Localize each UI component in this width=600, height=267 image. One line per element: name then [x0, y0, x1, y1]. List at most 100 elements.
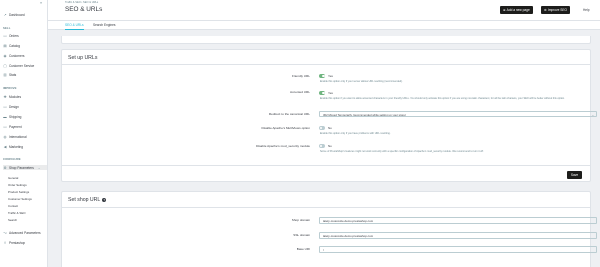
sidebar-item-label: Customers — [9, 53, 25, 58]
truck-icon: ▬ — [3, 114, 7, 119]
setup-urls-card: Set up URLs Friendly URL Yes Enable this… — [61, 49, 597, 182]
friendly-url-value: Yes — [328, 74, 333, 78]
shop-url-title: Set shop URL — [68, 197, 101, 203]
account-icon: ◉ — [3, 53, 7, 58]
breadcrumb[interactable]: Traffic & SEO • SEO & URLs — [65, 1, 98, 4]
desktop-icon: ▭ — [3, 104, 7, 109]
sidebar-item-label: International — [9, 134, 27, 139]
sidebar-item-advanced-parameters[interactable]: ⌥ Advanced Parameters — [3, 230, 41, 235]
help-icon[interactable]: ? — [102, 197, 107, 202]
previous-card — [61, 36, 591, 44]
disable-multiviews-label: Disable Apache's MultiViews option — [261, 126, 310, 130]
globe-icon: ◍ — [3, 134, 7, 139]
divider — [62, 207, 590, 208]
sidebar-item-marketing[interactable]: ◀ Marketing — [3, 144, 23, 149]
redirect-canonical-value: 302 Moved Temporarily (recommended while… — [323, 112, 406, 117]
sidebar-item-orders[interactable]: ▭ Orders — [3, 33, 19, 38]
settings-icon: ⚙ — [544, 8, 547, 12]
shop-domain-input[interactable]: lately-muscovite.demo.prestashop.com — [319, 217, 597, 224]
save-button[interactable]: Save — [567, 171, 582, 179]
sidebar-item-label: Prestashop — [9, 240, 26, 245]
sidebar-section-improve: IMPROVE — [3, 86, 17, 90]
shop-url-card: Set shop URL? Shop domain lately-muscovi… — [61, 191, 597, 267]
add-new-page-label: Add a new page — [506, 8, 530, 12]
sidebar-item-label: Shipping — [9, 114, 22, 119]
sidebar-sub-traffic-seo[interactable]: Traffic & SEO — [8, 211, 26, 215]
card-title: Set shop URL? — [68, 197, 107, 203]
tab-search-engines[interactable]: Search Engines — [93, 23, 116, 30]
add-circle-icon: ⊕ — [503, 8, 506, 12]
page-header: Traffic & SEO • SEO & URLs SEO & URLs ⊕ … — [48, 0, 600, 21]
upgrade-icon: ⇧ — [3, 240, 7, 245]
accented-url-label: Accented URL — [290, 90, 310, 94]
trending-icon: ↗ — [3, 12, 7, 17]
help-button[interactable]: Help — [580, 6, 593, 14]
sidebar-item-shipping[interactable]: ▬ Shipping — [3, 114, 21, 119]
sidebar-item-label: Payment — [9, 124, 22, 129]
credit-card-icon: ▭ — [3, 124, 7, 129]
sidebar-item-label: Orders — [9, 33, 19, 38]
disable-multiviews-value: No — [328, 126, 332, 130]
sidebar-sub-order-settings[interactable]: Order Settings — [8, 183, 27, 187]
ssl-domain-input[interactable]: lately-muscovite.demo.prestashop.com — [319, 232, 597, 239]
chevron-down-icon: ⌄ — [37, 165, 41, 170]
sidebar: « ↗ Dashboard SELL ▭ Orders ▤ Catalog ◉ … — [0, 0, 48, 267]
base-uri-input[interactable]: / — [319, 246, 597, 253]
accented-url-value: Yes — [328, 91, 333, 95]
redirect-canonical-label: Redirect to the canonical URL — [268, 112, 310, 116]
sidebar-item-international[interactable]: ◍ International — [3, 134, 27, 139]
improve-seo-button[interactable]: ⚙ Improve SEO — [541, 6, 570, 14]
chat-icon: ▢ — [3, 63, 7, 68]
sidebar-item-label: Customer Service — [9, 63, 35, 68]
tab-bar: SEO & URLs Search Engines — [48, 21, 600, 30]
accented-url-help: Enable this option if you want to allow … — [320, 97, 565, 100]
sidebar-item-label: Dashboard — [9, 12, 25, 17]
sidebar-item-customers[interactable]: ◉ Customers — [3, 53, 25, 58]
sidebar-item-catalog[interactable]: ▤ Catalog — [3, 43, 20, 48]
sidebar-item-label: Stats — [9, 72, 17, 77]
divider — [62, 165, 590, 166]
sidebar-item-shop-parameters[interactable]: ⚙ Shop Parameters ⌄ — [3, 165, 47, 170]
sidebar-item-payment[interactable]: ▭ Payment — [3, 124, 22, 129]
sidebar-item-label: Design — [9, 104, 19, 109]
disable-mod-security-help: Some of PrestaShop's features might not … — [320, 150, 484, 153]
sidebar-sub-search[interactable]: Search — [8, 218, 17, 222]
disable-multiviews-help: Enable this option only if you have prob… — [320, 132, 391, 135]
disable-mod-security-toggle[interactable] — [319, 144, 325, 148]
sidebar-sub-contact[interactable]: Contact — [8, 204, 18, 208]
sidebar-sub-customer-settings[interactable]: Customer Settings — [8, 197, 32, 201]
disable-mod-security-value: No — [328, 144, 332, 148]
add-new-page-button[interactable]: ⊕ Add a new page — [500, 6, 533, 14]
sidebar-item-stats[interactable]: ▥ Stats — [3, 72, 16, 77]
sidebar-item-dashboard[interactable]: ↗ Dashboard — [3, 12, 25, 17]
tab-seo-urls[interactable]: SEO & URLs — [65, 23, 84, 30]
friendly-url-toggle[interactable] — [319, 74, 325, 78]
improve-seo-label: Improve SEO — [547, 8, 567, 12]
sidebar-item-design[interactable]: ▭ Design — [3, 104, 19, 109]
card-title: Set up URLs — [68, 55, 98, 61]
divider — [62, 64, 590, 65]
bar-chart-icon: ▥ — [3, 72, 7, 77]
chevron-down-icon: ⌄ — [591, 112, 594, 117]
page-title: SEO & URLs — [65, 6, 103, 13]
sidebar-sub-product-settings[interactable]: Product Settings — [8, 190, 29, 194]
base-uri-label: Base URI — [296, 247, 310, 251]
sidebar-item-label: Modules — [9, 94, 22, 99]
cart-icon: ▭ — [3, 33, 7, 38]
friendly-url-help: Enable this option only if your server a… — [320, 80, 403, 83]
disable-multiviews-toggle[interactable] — [319, 126, 325, 130]
sidebar-item-label: Shop Parameters — [9, 165, 34, 170]
sidebar-section-sell: SELL — [3, 26, 11, 30]
sidebar-sub-general[interactable]: General — [8, 176, 18, 180]
sidebar-item-prestashop[interactable]: ⇧ Prestashop — [3, 240, 26, 245]
accented-url-toggle[interactable] — [319, 91, 325, 95]
device-hub-icon: ⌥ — [3, 230, 7, 235]
sidebar-item-label: Marketing — [9, 144, 23, 149]
redirect-canonical-select[interactable]: 302 Moved Temporarily (recommended while… — [319, 111, 597, 117]
friendly-url-label: Friendly URL — [291, 74, 310, 78]
sidebar-item-customer-service[interactable]: ▢ Customer Service — [3, 63, 34, 68]
collapse-menu-icon[interactable]: « — [40, 0, 42, 5]
settings-icon: ⚙ — [3, 165, 7, 170]
sidebar-item-modules[interactable]: ✚ Modules — [3, 94, 21, 99]
puzzle-icon: ✚ — [3, 94, 7, 99]
